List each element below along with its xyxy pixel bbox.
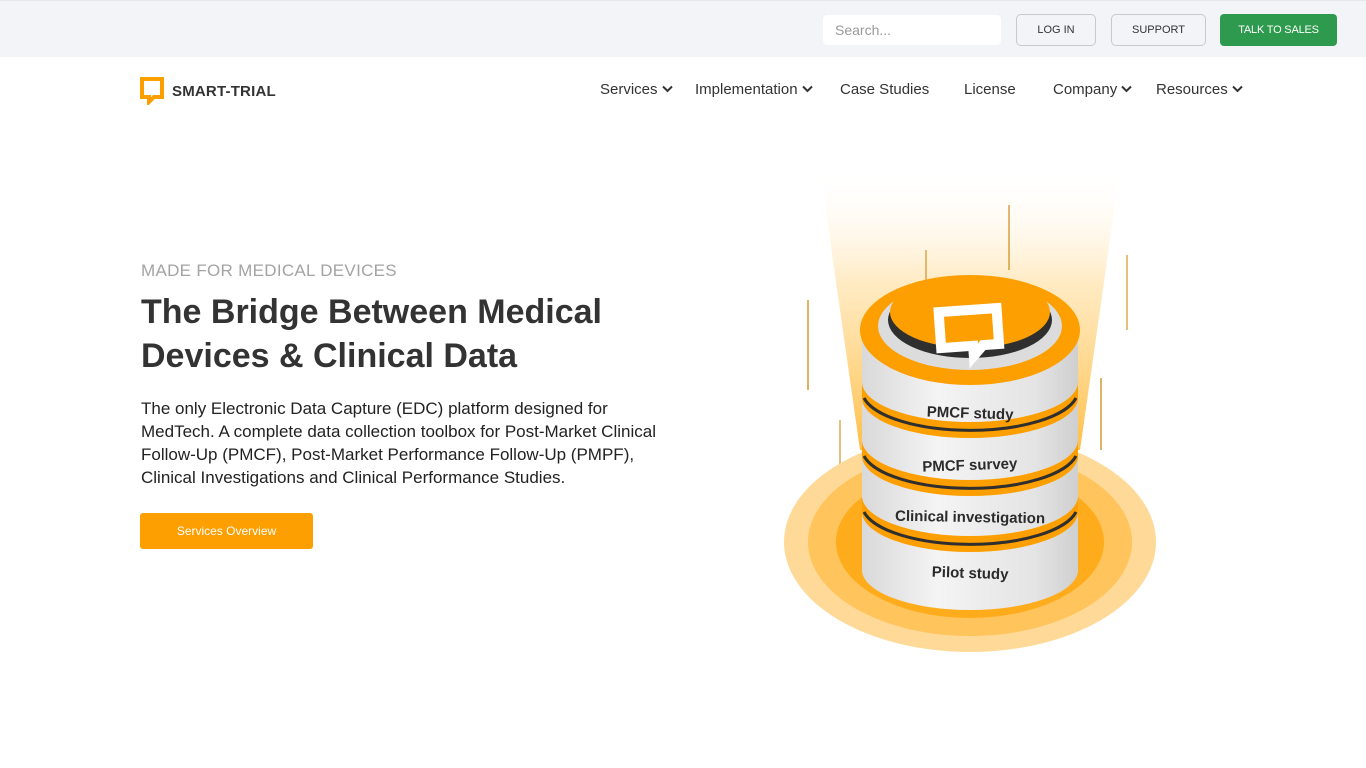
- chevron-down-icon: [1231, 85, 1243, 93]
- edc-stack-illustration: PMCF study PMCF survey Clinical investig…: [784, 170, 1156, 652]
- search-input[interactable]: [823, 15, 1001, 45]
- logo[interactable]: SMART-TRIAL: [140, 77, 276, 105]
- nav-company[interactable]: Company: [1053, 79, 1132, 99]
- services-overview-button[interactable]: Services Overview: [140, 513, 313, 549]
- chevron-down-icon: [801, 85, 813, 93]
- chevron-down-icon: [661, 85, 673, 93]
- nav-implementation-label: Implementation: [695, 80, 798, 98]
- hero-eyebrow: MADE FOR MEDICAL DEVICES: [141, 261, 397, 280]
- layer-label: Pilot study: [932, 564, 1010, 584]
- logo-text: SMART-TRIAL: [172, 82, 276, 100]
- nav-resources-label: Resources: [1156, 80, 1228, 98]
- layer-label: PMCF study: [927, 403, 1015, 423]
- nav-license-label: License: [964, 80, 1016, 98]
- nav-case-studies-label: Case Studies: [840, 80, 930, 98]
- chevron-down-icon: [1121, 85, 1132, 93]
- nav-resources[interactable]: Resources: [1156, 79, 1243, 99]
- layer-label: Clinical investigation: [895, 508, 1045, 528]
- hero-description: The only Electronic Data Capture (EDC) p…: [141, 399, 656, 487]
- hero-headline: The Bridge Between Medical Devices & Cli…: [141, 293, 602, 375]
- layer-label: PMCF survey: [922, 455, 1018, 475]
- nav-case-studies[interactable]: Case Studies: [840, 79, 929, 99]
- support-button[interactable]: SUPPORT: [1111, 14, 1206, 46]
- nav-services[interactable]: Services: [600, 79, 673, 99]
- utility-bar: LOG IN SUPPORT TALK TO SALES: [0, 0, 1366, 57]
- talk-to-sales-button[interactable]: TALK TO SALES: [1220, 14, 1337, 46]
- nav-company-label: Company: [1053, 80, 1118, 98]
- nav-license[interactable]: License: [964, 79, 1016, 99]
- nav-implementation[interactable]: Implementation: [695, 79, 813, 99]
- logo-mark-icon: [140, 77, 164, 105]
- nav-services-label: Services: [600, 80, 658, 98]
- login-button[interactable]: LOG IN: [1016, 14, 1096, 46]
